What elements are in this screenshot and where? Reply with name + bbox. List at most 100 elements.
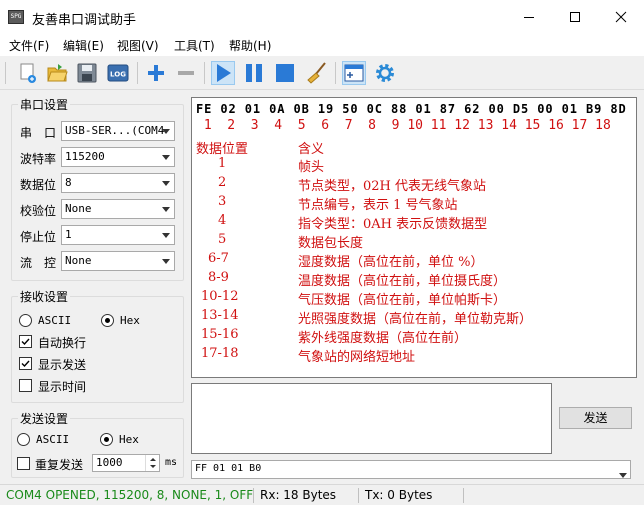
row-position: 3 xyxy=(218,194,227,209)
close-icon xyxy=(615,11,627,23)
toolbar-separator xyxy=(204,62,205,84)
toolbar-separator xyxy=(335,62,336,84)
parity-label: 校验位 xyxy=(20,204,57,218)
interval-unit: ms xyxy=(165,457,178,468)
rx-count: Rx: 18 Bytes xyxy=(260,488,337,502)
add-window-button[interactable] xyxy=(342,61,366,85)
repeat-send-checkbox[interactable] xyxy=(17,457,30,470)
log-button[interactable]: LOG xyxy=(106,61,130,85)
clear-button[interactable] xyxy=(305,61,329,85)
row-position: 5 xyxy=(218,232,227,247)
send-input-area[interactable] xyxy=(191,383,552,454)
row-position: 1 xyxy=(218,156,227,171)
row-meaning: 紫外线强度数据（高位在前） xyxy=(298,331,468,346)
port-status: COM4 OPENED, 115200, 8, NONE, 1, OFF xyxy=(6,488,254,502)
row-position: 13-14 xyxy=(201,308,239,323)
open-button[interactable] xyxy=(45,61,69,85)
pause-icon xyxy=(246,64,262,82)
status-separator xyxy=(253,488,254,503)
row-meaning: 湿度数据（高位在前，单位 %） xyxy=(298,255,484,270)
header-position: 数据位置 xyxy=(196,142,249,157)
chevron-down-icon xyxy=(162,154,170,160)
send-ascii-radio[interactable] xyxy=(17,433,30,446)
row-position: 17-18 xyxy=(201,346,239,361)
receive-area[interactable]: FE 02 01 0A 0B 19 50 0C 88 01 87 62 00 D… xyxy=(191,97,637,378)
menu-help[interactable]: 帮助(H) xyxy=(229,37,271,54)
stop-button[interactable] xyxy=(273,61,297,85)
chevron-down-icon xyxy=(162,180,170,186)
close-button[interactable] xyxy=(598,0,644,34)
send-history-value: FF 01 01 B0 xyxy=(195,463,262,474)
stop-icon xyxy=(276,64,294,82)
serial-settings-title: 串口设置 xyxy=(20,98,69,112)
port-label: 串 口 xyxy=(20,126,57,140)
clear-broom-icon xyxy=(307,62,326,84)
row-meaning: 数据包长度 xyxy=(298,236,364,251)
receive-hex-radio[interactable] xyxy=(101,314,114,327)
open-icon xyxy=(47,64,68,82)
auto-wrap-checkbox[interactable] xyxy=(19,335,32,348)
baud-select[interactable]: 115200 xyxy=(61,147,175,167)
chevron-down-icon xyxy=(162,232,170,238)
chevron-down-icon xyxy=(619,473,627,478)
stopbits-select[interactable]: 1 xyxy=(61,225,175,245)
save-icon xyxy=(77,63,97,83)
repeat-send-label: 重复发送 xyxy=(35,458,84,472)
window-title: 友善串口调试助手 xyxy=(32,13,137,28)
send-ascii-label: ASCII xyxy=(36,433,70,446)
settings-button[interactable] xyxy=(373,61,397,85)
toolbar-grip xyxy=(5,62,6,84)
save-button[interactable] xyxy=(75,61,99,85)
receive-ascii-radio[interactable] xyxy=(19,314,32,327)
menu-file[interactable]: 文件(F) xyxy=(9,37,49,54)
row-meaning: 指令类型：0AH 表示反馈数据型 xyxy=(298,217,488,232)
maximize-button[interactable] xyxy=(552,0,598,34)
flowcontrol-select[interactable]: None xyxy=(61,251,175,271)
show-time-checkbox[interactable] xyxy=(19,379,32,392)
chevron-down-icon xyxy=(162,128,170,134)
app-window: SPG 友善串口调试助手 文件(F) 编辑(E) 视图(V) 工具(T) 帮助(… xyxy=(0,0,644,505)
receive-hex-label: Hex xyxy=(120,314,140,327)
status-separator xyxy=(358,488,359,503)
send-history-select[interactable]: FF 01 01 B0 xyxy=(191,460,631,479)
receive-settings-group: 接收设置 xyxy=(11,288,184,403)
row-meaning: 气压数据（高位在前，单位帕斯卡） xyxy=(298,293,507,308)
parity-select[interactable]: None xyxy=(61,199,175,219)
databits-label: 数据位 xyxy=(20,178,57,192)
menu-edit[interactable]: 编辑(E) xyxy=(63,37,104,54)
send-hex-radio[interactable] xyxy=(100,433,113,446)
chevron-down-icon xyxy=(162,258,170,264)
start-button[interactable] xyxy=(211,61,235,85)
show-send-label: 显示发送 xyxy=(38,358,87,372)
row-position: 2 xyxy=(218,175,227,190)
interval-spinner[interactable] xyxy=(145,455,159,471)
minimize-button[interactable] xyxy=(506,0,552,34)
play-icon xyxy=(217,64,231,82)
add-icon xyxy=(148,65,164,81)
menu-view[interactable]: 视图(V) xyxy=(117,37,159,54)
new-button[interactable] xyxy=(16,61,40,85)
status-bar: COM4 OPENED, 115200, 8, NONE, 1, OFF Rx:… xyxy=(0,484,644,505)
row-meaning: 温度数据（高位在前，单位摄氏度） xyxy=(298,274,507,289)
minimize-icon xyxy=(524,17,534,18)
send-button[interactable]: 发送 xyxy=(559,407,632,429)
databits-select[interactable]: 8 xyxy=(61,173,175,193)
row-position: 8-9 xyxy=(208,270,229,285)
menu-tools[interactable]: 工具(T) xyxy=(174,37,215,54)
repeat-interval-input[interactable]: 1000 xyxy=(92,454,160,472)
show-send-checkbox[interactable] xyxy=(19,357,32,370)
stopbits-label: 停止位 xyxy=(20,230,57,244)
send-hex-label: Hex xyxy=(119,433,139,446)
pause-button[interactable] xyxy=(242,61,266,85)
check-icon xyxy=(21,338,30,346)
remove-button[interactable] xyxy=(174,61,198,85)
receive-settings-title: 接收设置 xyxy=(20,290,69,304)
port-select[interactable]: USB-SER...(COM4 xyxy=(61,121,175,141)
check-icon xyxy=(21,360,30,368)
add-button[interactable] xyxy=(144,61,168,85)
row-meaning: 气象站的网络短地址 xyxy=(298,350,416,365)
chevron-down-icon xyxy=(162,206,170,212)
header-meaning: 含义 xyxy=(298,142,325,157)
svg-text:LOG: LOG xyxy=(110,71,126,79)
byte-index-line: 1 2 3 4 5 6 7 8 9 10 11 12 13 14 15 16 1… xyxy=(196,118,611,133)
